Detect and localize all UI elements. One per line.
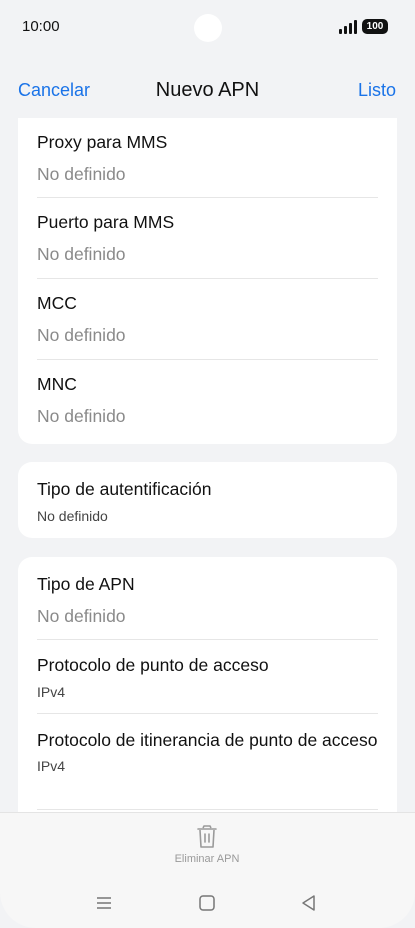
trash-icon xyxy=(197,825,217,848)
row-label: Protocolo de itinerancia de punto de acc… xyxy=(37,730,378,750)
row-label: Protocolo de punto de acceso xyxy=(37,655,269,675)
row-label: Puerto para MMS xyxy=(37,212,175,232)
row-value: No definido xyxy=(37,406,126,426)
row-label: Proxy para MMS xyxy=(37,132,168,152)
row-value: IPv4 xyxy=(37,684,66,700)
home-icon[interactable] xyxy=(197,893,217,913)
done-button[interactable]: Listo xyxy=(358,80,396,101)
back-icon[interactable] xyxy=(299,893,319,913)
list-item-auth-type[interactable]: Tipo de autentificación No definido xyxy=(37,462,378,538)
row-value: No definido xyxy=(37,606,126,626)
mms-settings-card: Proxy para MMS No definido Puerto para M… xyxy=(18,118,397,444)
list-item-apn-type[interactable]: Tipo de APN No definido xyxy=(37,557,378,640)
row-value: No definido xyxy=(37,508,108,524)
camera-notch xyxy=(194,14,222,42)
list-item-mms-proxy[interactable]: Proxy para MMS No definido xyxy=(37,118,378,198)
auth-card: Tipo de autentificación No definido xyxy=(18,462,397,538)
row-value: No definido xyxy=(37,325,126,345)
signal-icon xyxy=(339,20,357,34)
list-item-roaming-protocol[interactable]: Protocolo de itinerancia de punto de acc… xyxy=(37,714,378,810)
list-item-mnc[interactable]: MNC No definido xyxy=(37,360,378,440)
row-label: MCC xyxy=(37,293,77,313)
settings-scroll-area[interactable]: Proxy para MMS No definido Puerto para M… xyxy=(0,118,415,812)
row-label: MNC xyxy=(37,374,77,394)
apn-type-card: Tipo de APN No definido Protocolo de pun… xyxy=(18,557,397,812)
page-title: Nuevo APN xyxy=(155,79,260,101)
bottom-action-bar: Eliminar APN xyxy=(0,812,415,928)
delete-apn-button[interactable]: Eliminar APN xyxy=(157,825,257,871)
delete-apn-label: Eliminar APN xyxy=(174,853,240,865)
row-value: No definido xyxy=(37,244,126,264)
list-item-apn-protocol[interactable]: Protocolo de punto de acceso IPv4 xyxy=(37,640,378,714)
status-bar: 10:00 100 xyxy=(0,0,415,56)
list-item-mms-port[interactable]: Puerto para MMS No definido xyxy=(37,198,378,279)
list-item-mcc[interactable]: MCC No definido xyxy=(37,279,378,360)
status-time: 10:00 xyxy=(22,18,60,35)
row-label: Tipo de autentificación xyxy=(37,479,212,499)
phone-screen: 10:00 100 Cancelar Nuevo APN Listo Proxy… xyxy=(0,0,415,928)
nav-bar: Cancelar Nuevo APN Listo xyxy=(0,70,415,110)
row-value: No definido xyxy=(37,164,126,184)
menu-icon[interactable] xyxy=(94,893,114,913)
row-value: IPv4 xyxy=(37,758,66,774)
row-label: Tipo de APN xyxy=(37,574,135,594)
battery-icon: 100 xyxy=(362,19,388,34)
